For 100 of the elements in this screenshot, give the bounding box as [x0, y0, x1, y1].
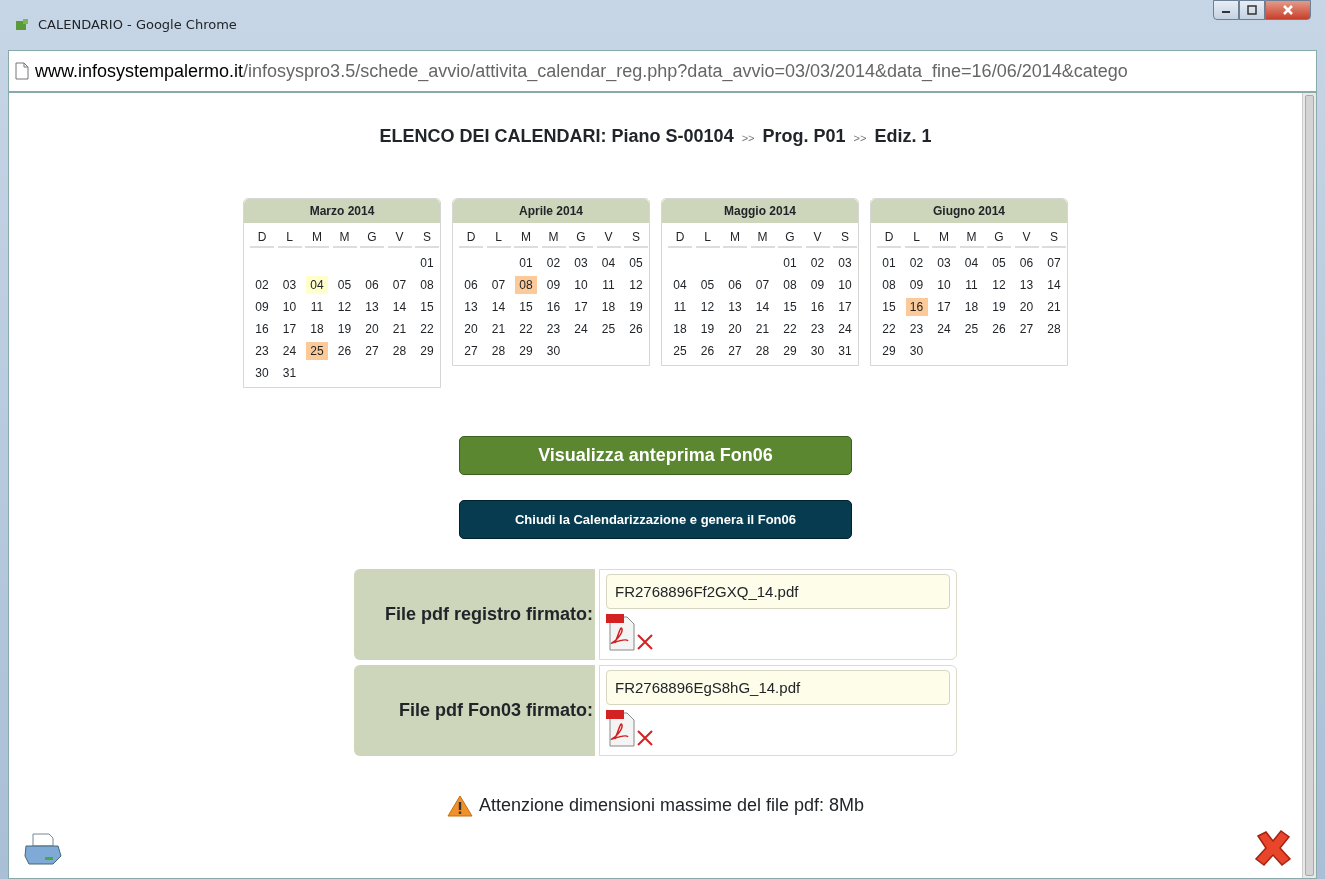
calendar-day[interactable]: 22 — [515, 320, 537, 338]
calendar-day[interactable]: 11 — [597, 276, 620, 294]
calendar-day[interactable]: 03 — [834, 254, 856, 272]
calendar-day[interactable]: 07 — [1043, 254, 1065, 272]
calendar-day[interactable]: 20 — [361, 320, 383, 338]
calendar-day[interactable]: 11 — [669, 298, 691, 316]
preview-button[interactable]: Visualizza anteprima Fon06 — [459, 436, 852, 475]
calendar-day[interactable]: 04 — [669, 276, 691, 294]
calendar-day[interactable]: 08 — [515, 276, 537, 294]
maximize-button[interactable] — [1239, 0, 1265, 20]
calendar-day[interactable]: 28 — [388, 342, 411, 360]
calendar-day[interactable]: 21 — [388, 320, 411, 338]
calendar-day[interactable]: 24 — [933, 320, 955, 338]
calendar-day[interactable]: 03 — [933, 254, 955, 272]
calendar-day[interactable]: 28 — [751, 342, 774, 360]
calendar-day[interactable]: 25 — [306, 342, 328, 360]
calendar-day[interactable]: 19 — [625, 298, 647, 316]
calendar-day[interactable]: 01 — [515, 254, 537, 272]
calendar-day[interactable]: 01 — [878, 254, 900, 272]
calendar-day[interactable]: 15 — [779, 298, 801, 316]
calendar-day[interactable]: 25 — [597, 320, 620, 338]
calendar-day[interactable]: 04 — [306, 276, 328, 294]
calendar-day[interactable]: 01 — [416, 254, 438, 272]
calendar-day[interactable]: 25 — [669, 342, 691, 360]
calendar-day[interactable]: 24 — [278, 342, 301, 360]
calendar-day[interactable]: 12 — [333, 298, 356, 316]
calendar-day[interactable]: 29 — [515, 342, 537, 360]
calendar-day[interactable]: 23 — [542, 320, 565, 338]
calendar-day[interactable]: 30 — [905, 342, 928, 360]
calendar-day[interactable]: 13 — [460, 298, 482, 316]
calendar-day[interactable]: 31 — [278, 364, 301, 382]
filename-field[interactable]: FR2768896EgS8hG_14.pdf — [606, 670, 950, 705]
calendar-day[interactable]: 16 — [806, 298, 829, 316]
calendar-day[interactable]: 23 — [251, 342, 273, 360]
calendar-day[interactable]: 10 — [570, 276, 592, 294]
calendar-day[interactable]: 22 — [779, 320, 801, 338]
minimize-button[interactable] — [1213, 0, 1239, 20]
calendar-day[interactable]: 26 — [696, 342, 719, 360]
calendar-day[interactable]: 05 — [696, 276, 719, 294]
calendar-day[interactable]: 24 — [834, 320, 856, 338]
calendar-day[interactable]: 02 — [542, 254, 565, 272]
calendar-day[interactable]: 20 — [724, 320, 746, 338]
calendar-day[interactable]: 21 — [751, 320, 774, 338]
calendar-day[interactable]: 28 — [1043, 320, 1065, 338]
calendar-day[interactable]: 06 — [724, 276, 746, 294]
calendar-day[interactable]: 14 — [487, 298, 510, 316]
calendar-day[interactable]: 19 — [988, 298, 1010, 316]
calendar-day[interactable]: 27 — [724, 342, 746, 360]
calendar-day[interactable]: 18 — [960, 298, 983, 316]
calendar-day[interactable]: 29 — [416, 342, 438, 360]
calendar-day[interactable]: 31 — [834, 342, 856, 360]
calendar-day[interactable]: 16 — [905, 298, 928, 316]
calendar-day[interactable]: 27 — [361, 342, 383, 360]
delete-icon[interactable] — [636, 729, 654, 747]
close-icon[interactable] — [1252, 828, 1294, 868]
calendar-day[interactable]: 18 — [306, 320, 328, 338]
calendar-day[interactable]: 13 — [361, 298, 383, 316]
calendar-day[interactable]: 27 — [460, 342, 482, 360]
calendar-day[interactable]: 26 — [625, 320, 647, 338]
calendar-day[interactable]: 02 — [806, 254, 829, 272]
calendar-day[interactable]: 05 — [333, 276, 356, 294]
calendar-day[interactable]: 17 — [933, 298, 955, 316]
calendar-day[interactable]: 15 — [878, 298, 900, 316]
calendar-day[interactable]: 04 — [960, 254, 983, 272]
calendar-day[interactable]: 15 — [515, 298, 537, 316]
calendar-day[interactable]: 30 — [251, 364, 273, 382]
calendar-day[interactable]: 11 — [306, 298, 328, 316]
calendar-day[interactable]: 21 — [1043, 298, 1065, 316]
calendar-day[interactable]: 12 — [696, 298, 719, 316]
calendar-day[interactable]: 26 — [988, 320, 1010, 338]
calendar-day[interactable]: 15 — [416, 298, 438, 316]
calendar-day[interactable]: 21 — [487, 320, 510, 338]
calendar-day[interactable]: 19 — [333, 320, 356, 338]
calendar-day[interactable]: 18 — [597, 298, 620, 316]
calendar-day[interactable]: 30 — [542, 342, 565, 360]
calendar-day[interactable]: 16 — [542, 298, 565, 316]
calendar-day[interactable]: 20 — [1015, 298, 1038, 316]
pdf-file-icon[interactable] — [606, 709, 636, 747]
calendar-day[interactable]: 14 — [388, 298, 411, 316]
address-bar[interactable]: www.infosystempalermo.it/infosyspro3.5/schede_avvio/attivita_calendar_reg.php?data_avvio=03/03/2014&data_fine=16/06/2014&catego — [8, 50, 1317, 92]
calendar-day[interactable]: 09 — [905, 276, 928, 294]
calendar-day[interactable]: 02 — [905, 254, 928, 272]
calendar-day[interactable]: 24 — [570, 320, 592, 338]
calendar-day[interactable]: 17 — [278, 320, 301, 338]
calendar-day[interactable]: 22 — [878, 320, 900, 338]
calendar-day[interactable]: 17 — [570, 298, 592, 316]
calendar-day[interactable]: 06 — [1015, 254, 1038, 272]
calendar-day[interactable]: 11 — [960, 276, 983, 294]
calendar-day[interactable]: 07 — [751, 276, 774, 294]
calendar-day[interactable]: 27 — [1015, 320, 1038, 338]
calendar-day[interactable]: 16 — [251, 320, 273, 338]
calendar-day[interactable]: 29 — [878, 342, 900, 360]
calendar-day[interactable]: 22 — [416, 320, 438, 338]
calendar-day[interactable]: 03 — [570, 254, 592, 272]
calendar-day[interactable]: 02 — [251, 276, 273, 294]
calendar-day[interactable]: 10 — [834, 276, 856, 294]
calendar-day[interactable]: 30 — [806, 342, 829, 360]
calendar-day[interactable]: 23 — [905, 320, 928, 338]
calendar-day[interactable]: 05 — [988, 254, 1010, 272]
pdf-file-icon[interactable] — [606, 613, 636, 651]
